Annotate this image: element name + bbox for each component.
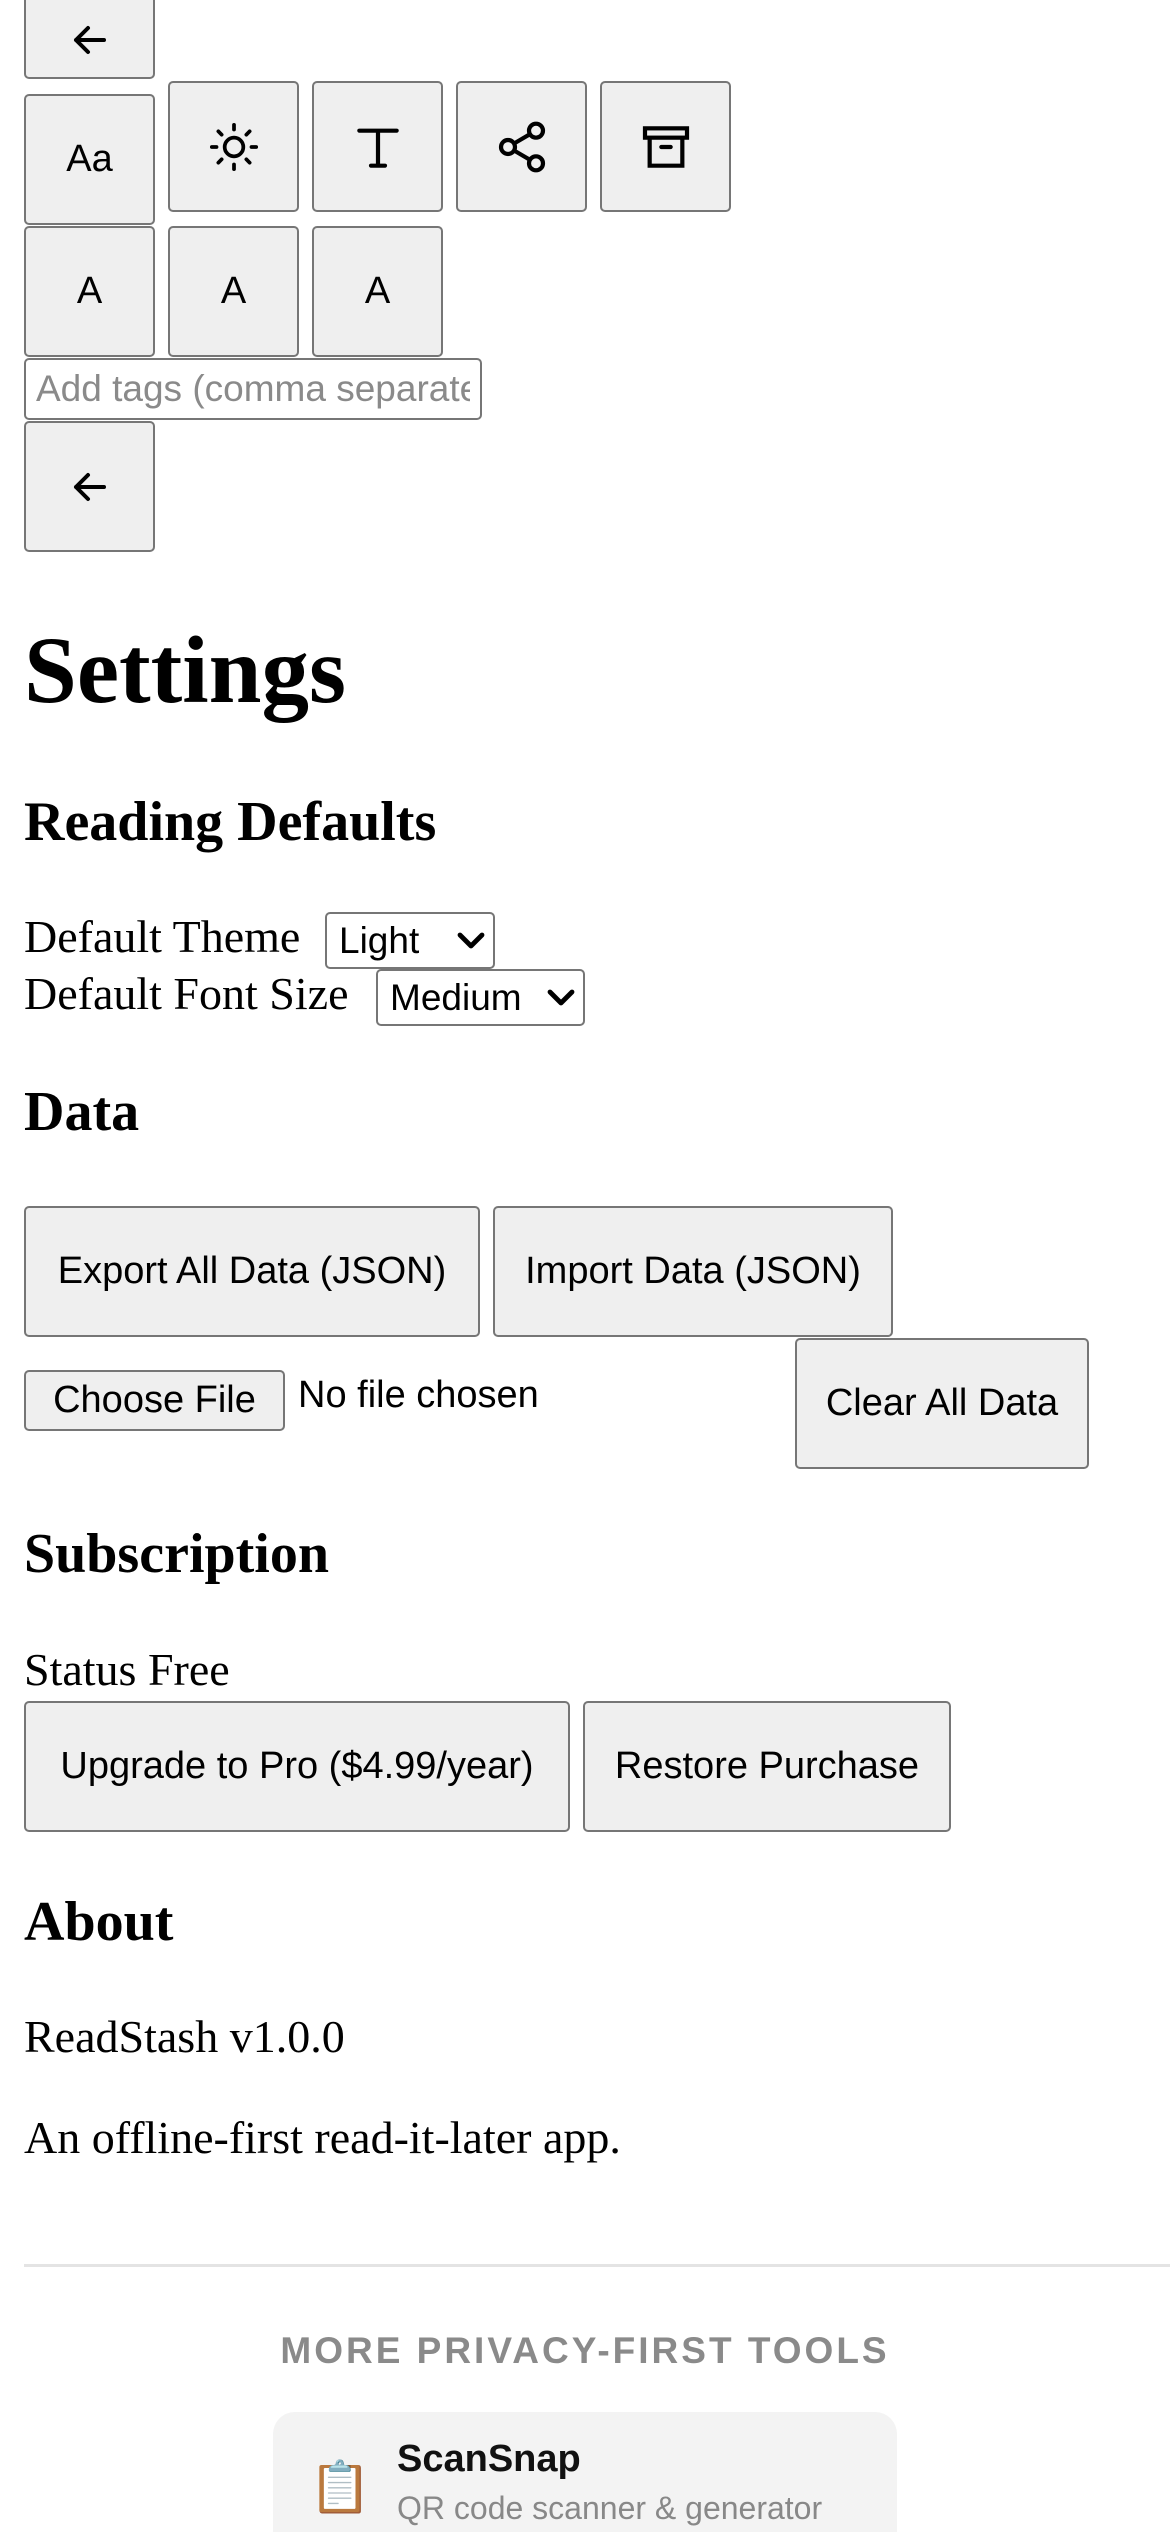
arrow-left-icon — [73, 25, 106, 54]
font-size-large-label: A — [364, 270, 391, 312]
share-button[interactable] — [456, 81, 587, 212]
settings-page: Aa A A A Add tags (comma separated) Sett… — [0, 0, 1170, 2532]
tags-input[interactable] — [24, 358, 482, 420]
share-icon — [498, 121, 545, 172]
import-data-button[interactable]: Import Data (JSON) — [493, 1206, 893, 1337]
font-size-small-label: A — [76, 270, 103, 312]
data-heading: Data — [24, 1081, 140, 1143]
clear-data-button[interactable]: Clear All Data — [795, 1338, 1089, 1469]
back-button-top[interactable] — [24, 0, 155, 79]
text-t-icon — [356, 128, 399, 168]
restore-purchase-button[interactable]: Restore Purchase — [583, 1701, 951, 1832]
theme-button[interactable] — [168, 81, 299, 212]
default-font-size-value: Medium — [390, 976, 522, 1018]
sun-icon — [209, 122, 258, 171]
tool-card-scansnap[interactable]: 📋 ScanSnap QR code scanner & generator — [273, 2412, 897, 2532]
status-label: Status — [24, 1644, 137, 1695]
more-tools-heading: MORE PRIVACY-FIRST TOOLS — [280, 2330, 890, 2371]
choose-file-button[interactable]: Choose File — [24, 1370, 285, 1431]
font-size-large-button[interactable]: A — [312, 226, 443, 357]
app-description: An offline-first read-it-later app. — [24, 2112, 621, 2163]
default-theme-value: Light — [339, 919, 420, 961]
default-theme-label: Default Theme — [24, 911, 301, 962]
font-size-medium-button[interactable]: A — [168, 226, 299, 357]
font-size-small-button[interactable]: A — [24, 226, 155, 357]
file-status-text: No file chosen — [298, 1374, 539, 1416]
subscription-heading: Subscription — [24, 1523, 329, 1585]
default-font-size-select[interactable]: Medium — [376, 969, 585, 1026]
export-data-button[interactable]: Export All Data (JSON) — [24, 1206, 480, 1337]
footer-divider — [24, 2264, 1170, 2267]
tool-description: QR code scanner & generator — [397, 2490, 823, 2526]
tool-name: ScanSnap — [397, 2438, 581, 2480]
chevron-down-icon — [457, 932, 485, 948]
font-size-medium-label: A — [220, 270, 247, 312]
archive-button[interactable] — [600, 81, 731, 212]
archive-icon — [642, 125, 689, 168]
clipboard-icon: 📋 — [309, 2459, 372, 2515]
app-version: ReadStash v1.0.0 — [24, 2011, 345, 2062]
default-theme-select[interactable]: Light — [325, 912, 495, 969]
upgrade-button[interactable]: Upgrade to Pro ($4.99/year) — [24, 1701, 570, 1832]
status-value: Free — [147, 1644, 230, 1695]
font-button[interactable]: Aa — [24, 94, 155, 225]
about-heading: About — [24, 1891, 174, 1953]
arrow-left-icon — [73, 472, 106, 501]
page-title: Settings — [24, 617, 346, 723]
chevron-down-icon — [547, 989, 575, 1005]
font-button-label: Aa — [66, 138, 113, 180]
reading-defaults-heading: Reading Defaults — [24, 791, 437, 853]
default-font-size-label: Default Font Size — [24, 968, 349, 1019]
subscription-status: Status Free — [24, 1643, 230, 1696]
back-button[interactable] — [24, 421, 155, 552]
typography-button[interactable] — [312, 81, 443, 212]
